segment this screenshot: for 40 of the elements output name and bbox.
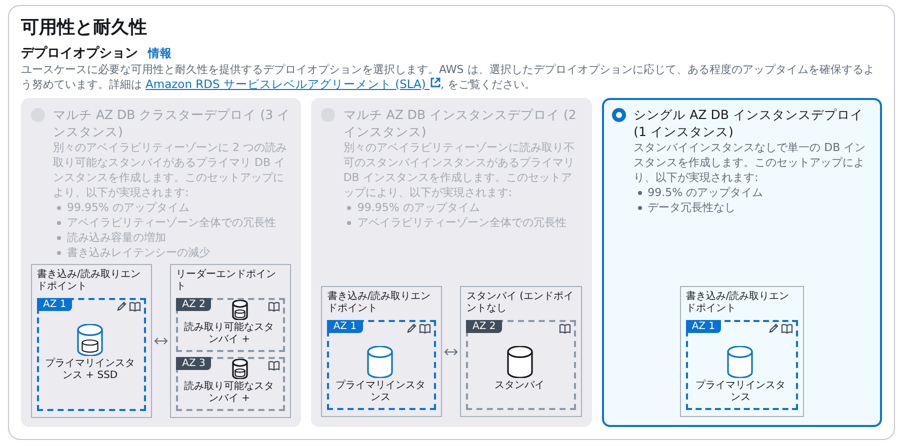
feature-item: 読み込み容量の増加 — [53, 230, 292, 245]
zone-badge: AZ 1 — [37, 298, 72, 311]
instance-label: プライマリインスタンス — [694, 378, 786, 404]
feature-item: 書き込みレイテンシーの減少 — [53, 245, 292, 260]
instance-label: 読み取り可能なスタンバイ + — [183, 380, 276, 405]
feature-item: 99.95% のアップタイム — [53, 200, 292, 215]
option-title: マルチ AZ DB インスタンスデプロイ (2 インスタンス) — [343, 106, 578, 140]
option-description: スタンバイインスタンスなしで単一の DB インスタンスを作成します。このセットアップにより、以下が実現されます: — [634, 140, 867, 185]
zone-badge: AZ 3 — [176, 357, 212, 370]
sla-link[interactable]: Amazon RDS サービスレベルアグリーメント (SLA) — [146, 77, 441, 91]
field-description: ユースケースに必要な可用性と耐久性を提供するデプロイオプションを選択します。AWS は、選択したデプロイオプションに応じて、ある程度のアップタイムを確保するよう努めています。詳細は Amazon RDS サービスレベルアグリーメント (SLA) , をご覧ください。 — [21, 62, 876, 92]
feature-item: 99.95% のアップタイム — [343, 200, 582, 215]
option-description: 別々のアベイラビリティーゾーンに読み取り不可のスタンバイインスタンスがあるプライマリ DB インスタンスを作成します。このセットアップにより、以下が実現されます: — [343, 140, 576, 200]
feature-item: アベイラビリティーゾーン全体での冗長性 — [53, 215, 292, 230]
info-link[interactable]: 情報 — [148, 46, 172, 61]
option-description: 別々のアベイラビリティーゾーンに 2 つの読み取り可能なスタンバイがあるプライマリ DB インスタンスを作成します。このセットアップにより、以下が実現されます: — [53, 140, 288, 200]
panel-title: 書き込み/読み取りエンドポイント — [37, 269, 142, 293]
panel-title: 書き込み/読み取りエンドポイント — [686, 291, 790, 315]
section-title: 可用性と耐久性 — [21, 16, 148, 40]
instance-label: プライマリインスタンス — [334, 378, 426, 404]
external-link-icon — [430, 77, 441, 88]
option-title: マルチ AZ DB クラスターデプロイ (3 インスタンス) — [53, 106, 292, 140]
panel-title: リーダーエンドポイント — [176, 269, 278, 293]
instance-label: 読み取り可能なスタンバイ + — [183, 320, 276, 346]
instance-label: スタンバイ — [494, 379, 546, 392]
zone-badge: AZ 2 — [176, 298, 212, 311]
panel-title: 書き込み/読み取りエンドポイント — [327, 291, 432, 315]
pencil-icon[interactable] — [768, 323, 779, 334]
zone-badge: AZ 1 — [686, 320, 722, 333]
option-title: シングル AZ DB インスタンスデプロイ (1 インスタンス) — [634, 106, 864, 140]
radio-button[interactable] — [612, 108, 626, 122]
panel-title: スタンバイ (エンドポイントなし — [466, 291, 575, 315]
instance-label: プライマリインスタンス + SSD — [44, 356, 136, 382]
feature-item: 99.5% のアップタイム — [634, 185, 872, 200]
field-label: デプロイオプション — [21, 46, 138, 62]
feature-item: アベイラビリティーゾーン全体での冗長性 — [343, 215, 582, 230]
zone-badge: AZ 2 — [466, 320, 502, 333]
feature-item: データ冗長性なし — [634, 200, 872, 215]
book-icon[interactable] — [780, 323, 793, 334]
zone-badge: AZ 1 — [327, 320, 363, 333]
